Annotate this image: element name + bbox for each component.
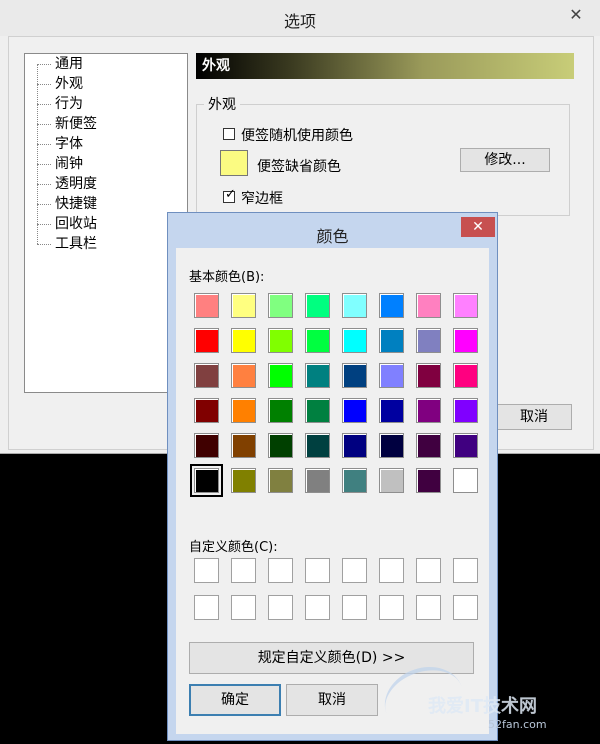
basic-color-swatch[interactable] xyxy=(416,363,441,388)
appearance-group-label: 外观 xyxy=(204,94,240,114)
tree-item-hotkeys[interactable]: 快捷键 xyxy=(37,194,97,214)
basic-color-swatch[interactable] xyxy=(453,363,478,388)
basic-color-swatch[interactable] xyxy=(231,363,256,388)
basic-color-swatch[interactable] xyxy=(379,468,404,493)
basic-color-swatch[interactable] xyxy=(268,433,293,458)
basic-color-swatch[interactable] xyxy=(379,433,404,458)
custom-colors-label: 自定义颜色(C): xyxy=(189,540,278,555)
basic-color-swatch[interactable] xyxy=(268,468,293,493)
default-color-swatch xyxy=(220,150,248,176)
narrow-border-label: 窄边框 xyxy=(241,191,283,207)
custom-color-swatch[interactable] xyxy=(379,558,404,583)
basic-color-swatch[interactable] xyxy=(342,328,367,353)
basic-color-swatch[interactable] xyxy=(416,398,441,423)
tree-item-general[interactable]: 通用 xyxy=(37,54,83,74)
basic-color-swatch[interactable] xyxy=(194,293,219,318)
dialog-cancel-button[interactable]: 取消 xyxy=(286,684,378,716)
basic-color-swatch[interactable] xyxy=(379,363,404,388)
basic-color-swatch[interactable] xyxy=(194,363,219,388)
narrow-border-checkbox[interactable]: ✓ xyxy=(223,187,236,203)
tree-item-alarm[interactable]: 闹钟 xyxy=(37,154,83,174)
basic-color-swatch[interactable] xyxy=(231,398,256,423)
close-icon[interactable]: ✕ xyxy=(461,217,495,237)
color-dialog-client: 基本颜色(B): 自定义颜色(C): 规定自定义颜色(D) >> 确定 取消 xyxy=(176,248,489,734)
custom-color-swatch[interactable] xyxy=(305,558,330,583)
custom-color-swatch[interactable] xyxy=(231,558,256,583)
basic-color-swatch[interactable] xyxy=(194,398,219,423)
basic-color-swatch[interactable] xyxy=(305,328,330,353)
basic-color-swatch[interactable] xyxy=(194,433,219,458)
tree-item-appearance[interactable]: 外观 xyxy=(37,74,83,94)
tree-item-recycle-bin[interactable]: 回收站 xyxy=(37,214,97,234)
basic-color-swatch[interactable] xyxy=(453,398,478,423)
basic-color-swatch[interactable] xyxy=(305,363,330,388)
basic-color-swatch[interactable] xyxy=(416,293,441,318)
basic-color-swatch[interactable] xyxy=(342,398,367,423)
custom-color-swatch[interactable] xyxy=(416,595,441,620)
basic-color-swatch[interactable] xyxy=(453,328,478,353)
tree-item-transparency[interactable]: 透明度 xyxy=(37,174,97,194)
basic-color-swatch[interactable] xyxy=(305,293,330,318)
basic-color-swatch[interactable] xyxy=(453,293,478,318)
options-title: 选项 xyxy=(283,12,316,31)
basic-color-swatch[interactable] xyxy=(305,468,330,493)
options-cancel-button[interactable]: 取消 xyxy=(496,404,572,430)
basic-color-swatch[interactable] xyxy=(453,468,478,493)
basic-color-swatch[interactable] xyxy=(379,293,404,318)
basic-color-swatch[interactable] xyxy=(342,293,367,318)
default-color-label: 便签缺省颜色 xyxy=(257,159,341,175)
custom-color-swatch[interactable] xyxy=(416,558,441,583)
basic-color-swatch[interactable] xyxy=(268,398,293,423)
basic-color-swatch[interactable] xyxy=(231,433,256,458)
random-color-checkbox[interactable] xyxy=(223,128,235,140)
basic-color-swatch[interactable] xyxy=(268,328,293,353)
section-header: 外观 xyxy=(196,53,574,79)
basic-color-swatch[interactable] xyxy=(231,468,256,493)
ok-button[interactable]: 确定 xyxy=(189,684,281,716)
custom-color-swatch[interactable] xyxy=(194,595,219,620)
tree-item-new-note[interactable]: 新便签 xyxy=(37,114,97,134)
custom-color-swatch[interactable] xyxy=(305,595,330,620)
basic-color-swatch[interactable] xyxy=(231,328,256,353)
basic-color-swatch[interactable] xyxy=(268,293,293,318)
custom-color-swatch[interactable] xyxy=(342,558,367,583)
custom-color-swatch[interactable] xyxy=(268,595,293,620)
basic-color-swatch[interactable] xyxy=(453,433,478,458)
checkmark-icon: ✓ xyxy=(225,187,236,202)
options-category-tree[interactable]: 通用 外观 行为 新便签 字体 闹钟 透明度 快捷键 回收站 工具栏 xyxy=(24,53,188,393)
custom-color-swatch[interactable] xyxy=(231,595,256,620)
basic-color-swatch[interactable] xyxy=(379,398,404,423)
tree-item-behavior[interactable]: 行为 xyxy=(37,94,83,114)
custom-color-swatch[interactable] xyxy=(453,558,478,583)
random-color-label: 便签随机使用颜色 xyxy=(241,128,353,144)
modify-button[interactable]: 修改... xyxy=(460,148,550,172)
custom-color-swatch[interactable] xyxy=(268,558,293,583)
basic-color-swatch[interactable] xyxy=(194,328,219,353)
custom-color-swatch[interactable] xyxy=(453,595,478,620)
basic-color-swatch[interactable] xyxy=(416,433,441,458)
basic-color-swatch[interactable] xyxy=(342,363,367,388)
color-dialog: 颜色 ✕ 基本颜色(B): 自定义颜色(C): 规定自定义颜色(D) >> 确定… xyxy=(167,212,498,741)
basic-color-swatch[interactable] xyxy=(416,328,441,353)
basic-color-swatch[interactable] xyxy=(190,464,223,497)
custom-color-swatch[interactable] xyxy=(194,558,219,583)
basic-color-swatch[interactable] xyxy=(379,328,404,353)
basic-color-swatch[interactable] xyxy=(305,433,330,458)
tree-item-toolbar[interactable]: 工具栏 xyxy=(37,234,97,254)
basic-colors-label: 基本颜色(B): xyxy=(189,270,265,285)
close-icon[interactable]: ✕ xyxy=(564,6,588,24)
watermark-text: 我爱IT技术网 xyxy=(428,696,537,717)
tree-item-font[interactable]: 字体 xyxy=(37,134,83,154)
custom-color-swatch[interactable] xyxy=(342,595,367,620)
basic-color-swatch[interactable] xyxy=(231,293,256,318)
basic-color-swatch[interactable] xyxy=(416,468,441,493)
basic-color-swatch[interactable] xyxy=(268,363,293,388)
basic-color-swatch[interactable] xyxy=(342,433,367,458)
options-title-bar[interactable]: 选项 ✕ xyxy=(0,0,600,36)
watermark-subtext: 52fan.com xyxy=(488,718,547,731)
basic-color-swatch[interactable] xyxy=(342,468,367,493)
custom-color-swatch[interactable] xyxy=(379,595,404,620)
basic-color-swatch[interactable] xyxy=(305,398,330,423)
color-dialog-title: 颜色 xyxy=(316,227,349,246)
